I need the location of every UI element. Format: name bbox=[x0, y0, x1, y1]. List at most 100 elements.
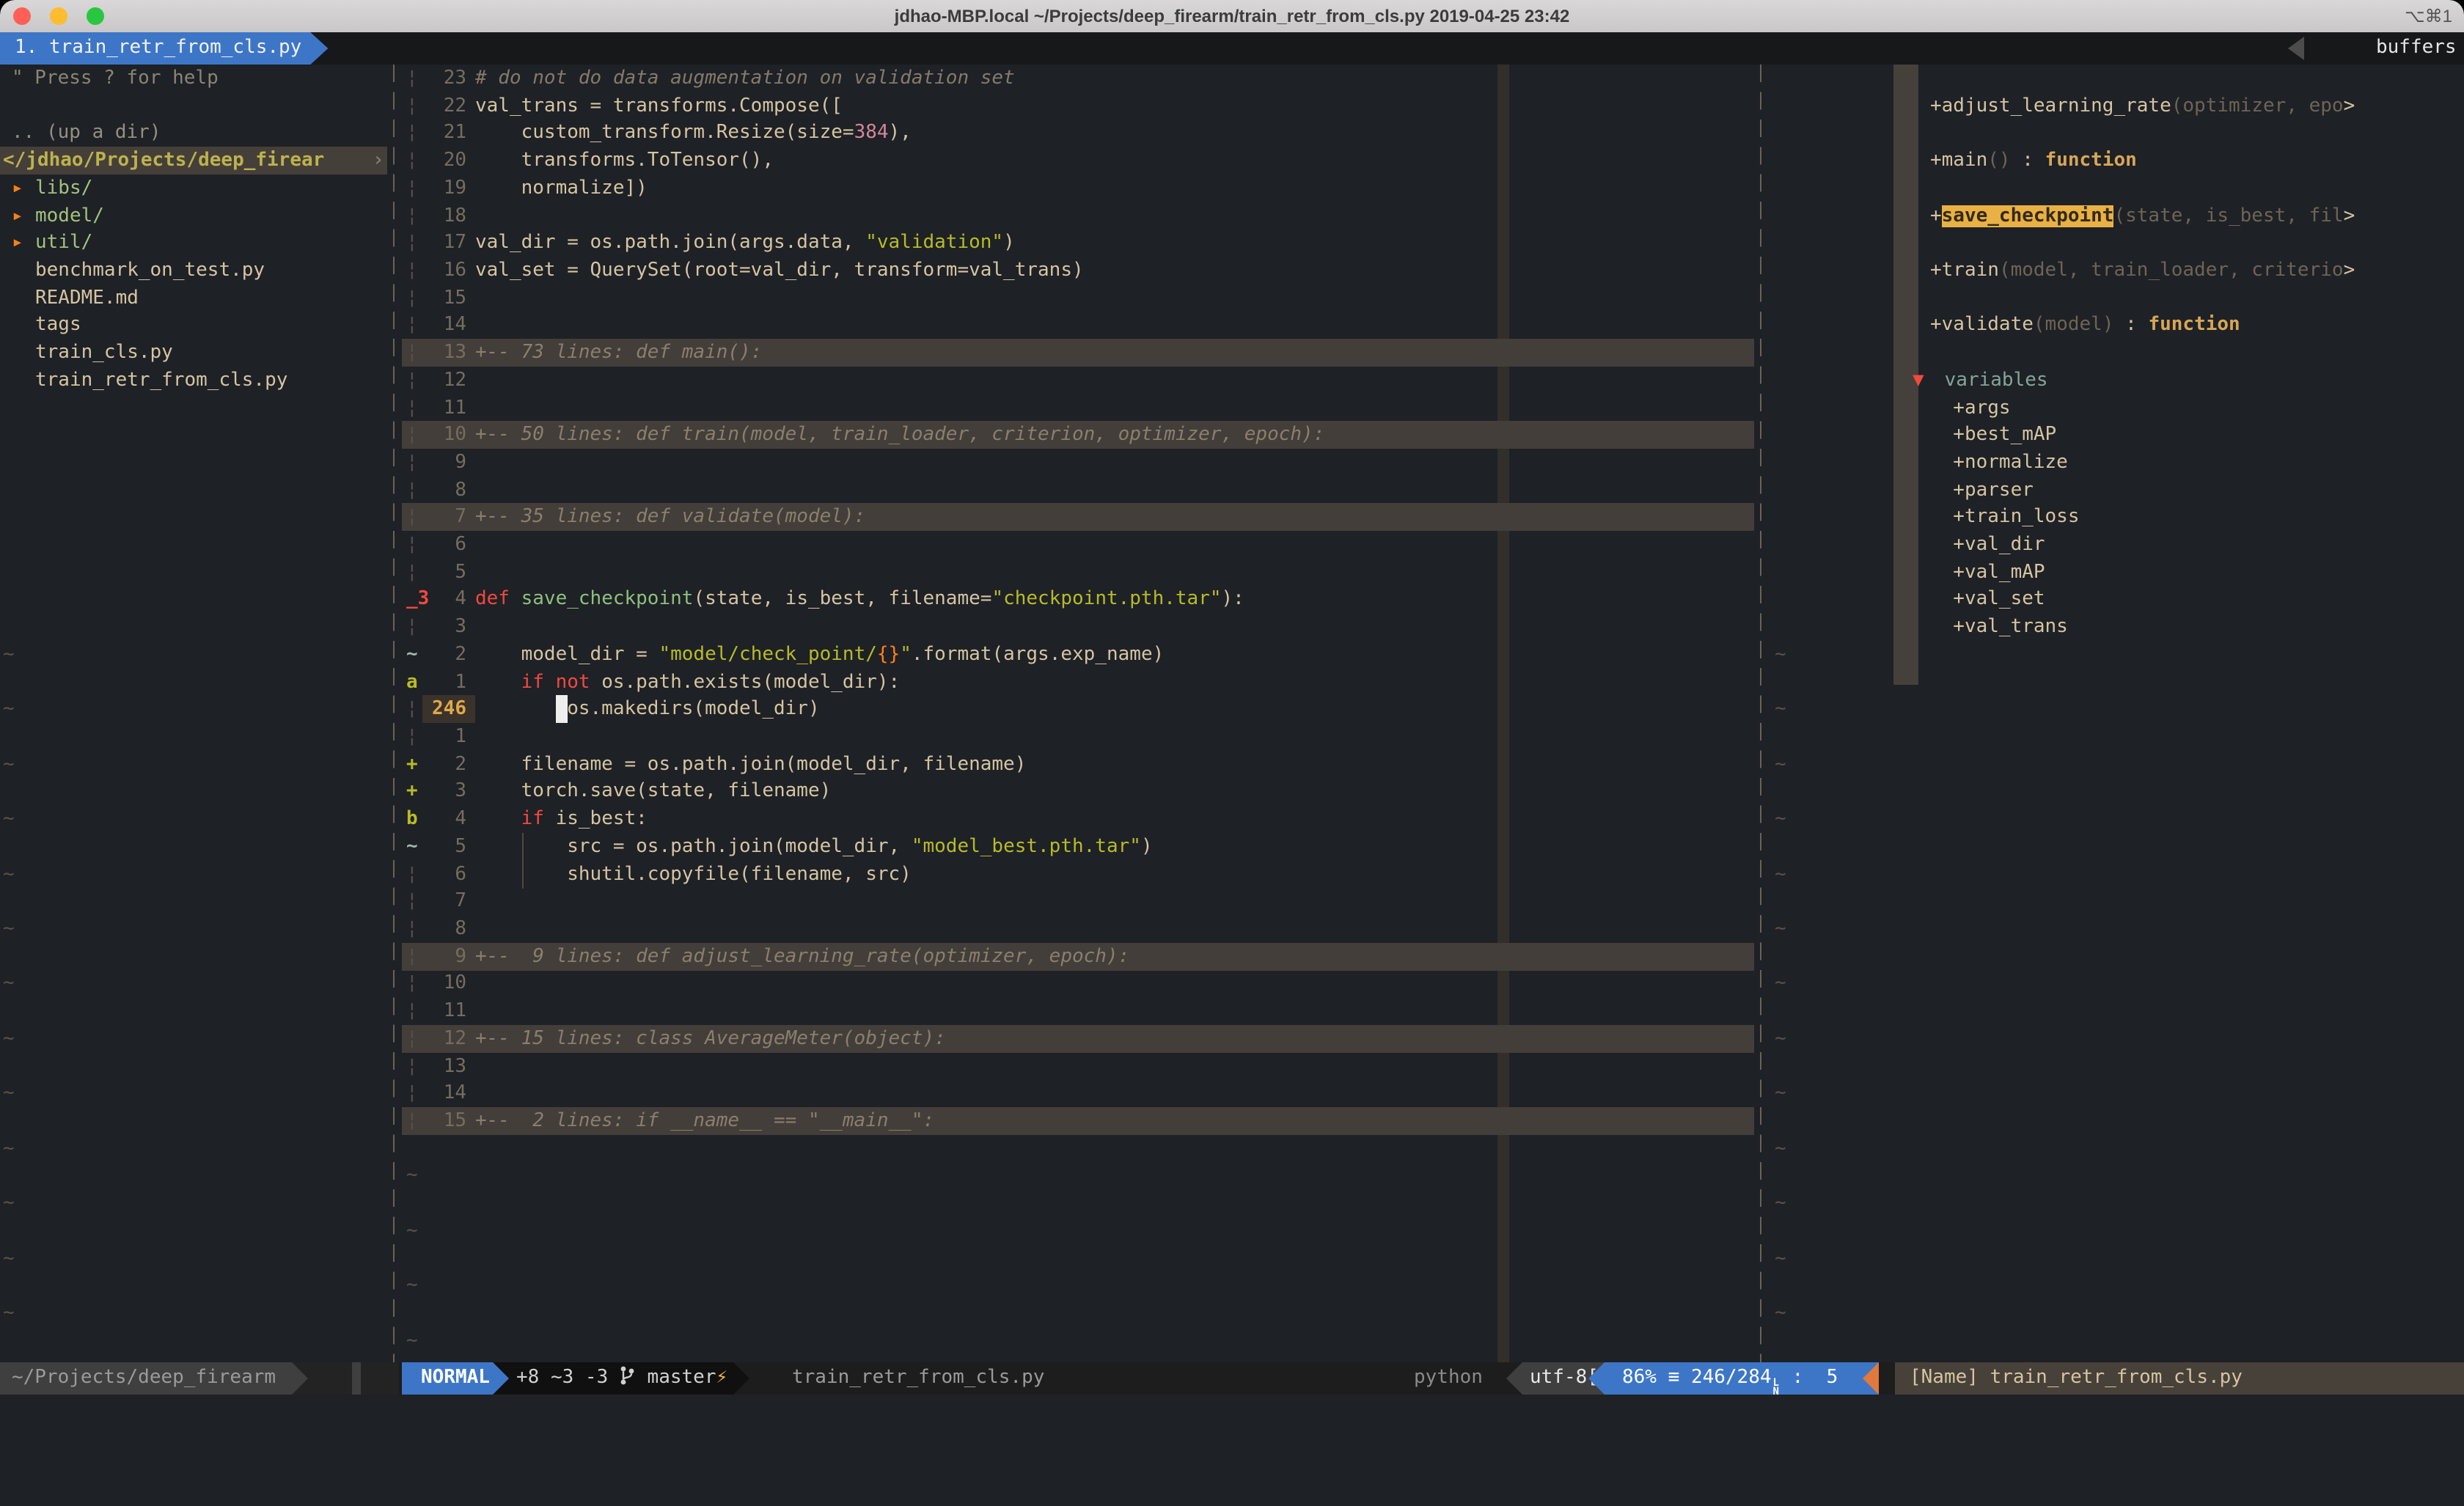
folded-code-line[interactable]: ¦7+-- 35 lines: def validate(model): bbox=[402, 503, 1754, 531]
code-line[interactable]: ¦8 bbox=[402, 915, 1754, 943]
empty-line-tilde: ~ bbox=[1775, 861, 1786, 889]
tab-train-retr-from-cls[interactable]: 1. train_retr_from_cls.py bbox=[0, 32, 328, 65]
code-line[interactable]: ¦20 transforms.ToTensor(), bbox=[402, 147, 1754, 175]
code-line[interactable]: ¦12 bbox=[402, 367, 1754, 394]
code-line[interactable]: ~5 src = os.path.join(model_dir, "model_… bbox=[402, 833, 1754, 861]
statusline: ~/Projects/deep_firearmNORMAL+8 ~3 -3 ma… bbox=[0, 1362, 2464, 1395]
tagbar-tag[interactable]: +main() : function bbox=[1930, 147, 2464, 175]
tagbar-tag[interactable]: +train_loss bbox=[1930, 503, 2464, 531]
folded-code-line[interactable]: ¦13+-- 73 lines: def main(): bbox=[402, 339, 1754, 367]
empty-line-tilde: ~ bbox=[3, 1189, 15, 1217]
code-line[interactable]: ¦17val_dir = os.path.join(args.data, "va… bbox=[402, 229, 1754, 257]
empty-line-tilde: ~ bbox=[1775, 805, 1786, 833]
code-line[interactable]: ¦7 bbox=[402, 887, 1754, 915]
position-text: 86% ≡ 246/284LN : 5 bbox=[1622, 1362, 1838, 1396]
folded-code-line[interactable]: ¦12+-- 15 lines: class AverageMeter(obje… bbox=[402, 1025, 1754, 1053]
section-expanded-icon: ▼ bbox=[1913, 367, 1924, 394]
code-text: val_trans = transforms.Compose([ bbox=[475, 92, 843, 120]
code-line[interactable]: ¦19 normalize]) bbox=[402, 175, 1754, 202]
code-line[interactable]: ¦14 bbox=[402, 311, 1754, 339]
empty-line-tilde: ~ bbox=[3, 1025, 15, 1053]
tagbar-tag[interactable]: +val_set bbox=[1930, 585, 2464, 613]
powerline-arrow-icon bbox=[493, 1362, 509, 1395]
code-line[interactable]: ¦23# do not do data augmentation on vali… bbox=[402, 65, 1754, 92]
tree-item--press-for-help[interactable]: " Press ? for help bbox=[0, 65, 387, 92]
powerline-arrow-icon bbox=[292, 1362, 308, 1395]
tree-item-readme-md[interactable]: README.md bbox=[0, 284, 387, 312]
tagbar-tag[interactable]: +val_mAP bbox=[1930, 559, 2464, 587]
code-line[interactable]: ¦11 bbox=[402, 394, 1754, 422]
empty-line-tilde: ~ bbox=[1775, 1079, 1786, 1107]
code-line[interactable]: ~2 model_dir = "model/check_point/{}".fo… bbox=[402, 641, 1754, 669]
tagbar-tag[interactable]: +validate(model) : function bbox=[1930, 311, 2464, 339]
tree-item-train-retr-from-cls-py[interactable]: train_retr_from_cls.py bbox=[0, 367, 387, 394]
tree-item-train-cls-py[interactable]: train_cls.py bbox=[0, 339, 387, 367]
empty-line-tilde: ~ bbox=[406, 1271, 418, 1299]
code-text: if is_best: bbox=[475, 805, 648, 833]
code-line[interactable]: ¦6 shutil.copyfile(filename, src) bbox=[402, 861, 1754, 889]
code-text: +-- 50 lines: def train(model, train_loa… bbox=[475, 421, 1324, 449]
tree-item-tags[interactable]: tags bbox=[0, 311, 387, 339]
tagbar-tag[interactable]: +args bbox=[1930, 394, 2464, 422]
buffers-label[interactable]: buffers bbox=[2376, 32, 2457, 65]
git-branch-icon bbox=[620, 1367, 636, 1389]
tagbar-tag[interactable]: +save_checkpoint(state, is_best, fil> bbox=[1930, 202, 2464, 230]
code-line[interactable]: ¦16val_set = QuerySet(root=val_dir, tran… bbox=[402, 257, 1754, 284]
code-line[interactable]: ¦3 bbox=[402, 613, 1754, 641]
code-text: os.makedirs(model_dir) bbox=[475, 695, 820, 723]
folder-collapsed-icon: ▸ bbox=[12, 202, 23, 230]
code-line[interactable]: ¦6 bbox=[402, 531, 1754, 559]
tree-item-benchmark-on-test-py[interactable]: benchmark_on_test.py bbox=[0, 257, 387, 284]
empty-line-tilde: ~ bbox=[3, 969, 15, 997]
code-line[interactable]: +2 filename = os.path.join(model_dir, fi… bbox=[402, 751, 1754, 779]
folded-code-line[interactable]: ¦15+-- 2 lines: if __name__ == "__main__… bbox=[402, 1107, 1754, 1135]
tagbar-tag[interactable]: +normalize bbox=[1930, 449, 2464, 477]
tree-item-model-[interactable]: ▸model/ bbox=[0, 202, 387, 230]
code-line[interactable]: ¦18 bbox=[402, 202, 1754, 230]
code-line[interactable]: a1 if not os.path.exists(model_dir): bbox=[402, 669, 1754, 697]
code-text: +-- 35 lines: def validate(model): bbox=[475, 503, 865, 531]
text-cursor[interactable] bbox=[556, 695, 568, 723]
tree-item--up-a-dir-[interactable]: .. (up a dir) bbox=[0, 119, 387, 147]
tree-item-util-[interactable]: ▸util/ bbox=[0, 229, 387, 257]
tabline: 1. train_retr_from_cls.py buffers bbox=[0, 32, 2464, 65]
code-line[interactable]: ¦14 bbox=[402, 1079, 1754, 1107]
code-line[interactable]: ¦9 bbox=[402, 449, 1754, 477]
tree-item--jdhao-projects-deep-firear[interactable]: </jdhao/Projects/deep_firear› bbox=[0, 147, 387, 175]
tree-item-blank bbox=[0, 92, 387, 120]
code-line[interactable]: ¦5 bbox=[402, 559, 1754, 587]
powerline-arrow-icon bbox=[1588, 1362, 1605, 1395]
code-line[interactable]: ¦13 bbox=[402, 1053, 1754, 1081]
code-line[interactable]: ¦11 bbox=[402, 997, 1754, 1025]
code-line[interactable]: +3 torch.save(state, filename) bbox=[402, 777, 1754, 805]
code-line[interactable]: ¦8 bbox=[402, 477, 1754, 504]
tagbar-tag[interactable]: +best_mAP bbox=[1930, 421, 2464, 449]
window-separator-left[interactable] bbox=[393, 65, 395, 1362]
tagbar-section-variables[interactable]: ▼ variables bbox=[1930, 367, 2464, 394]
tagbar-tag[interactable]: +val_trans bbox=[1930, 613, 2464, 641]
code-line[interactable]: ¦15 bbox=[402, 284, 1754, 312]
window-separator-right[interactable] bbox=[1760, 65, 1761, 1362]
folded-code-line[interactable]: ¦10+-- 50 lines: def train(model, train_… bbox=[402, 421, 1754, 449]
code-line[interactable]: ¦21 custom_transform.Resize(size=384), bbox=[402, 119, 1754, 147]
empty-line-tilde: ~ bbox=[406, 1217, 418, 1245]
tagbar-tag[interactable]: +adjust_learning_rate(optimizer, epo> bbox=[1930, 92, 2464, 120]
tagbar-tag[interactable]: +val_dir bbox=[1930, 531, 2464, 559]
tagbar-tag[interactable]: +train(model, train_loader, criterio> bbox=[1930, 257, 2464, 284]
folded-code-line[interactable]: ¦9+-- 9 lines: def adjust_learning_rate(… bbox=[402, 943, 1754, 971]
dirty-flag-icon: ⚡ bbox=[716, 1367, 728, 1389]
code-line[interactable]: b4 if is_best: bbox=[402, 805, 1754, 833]
statusline-filename: train_retr_from_cls.pypython bbox=[749, 1362, 1522, 1395]
code-line[interactable]: _34def save_checkpoint(state, is_best, f… bbox=[402, 585, 1754, 613]
code-line[interactable]: ¦246 os.makedirs(model_dir) bbox=[402, 695, 1754, 723]
code-line[interactable]: ¦10 bbox=[402, 969, 1754, 997]
empty-line-tilde: ~ bbox=[3, 861, 15, 889]
tree-item-libs-[interactable]: ▸libs/ bbox=[0, 175, 387, 202]
code-line[interactable]: ¦1 bbox=[402, 723, 1754, 751]
empty-line-tilde: ~ bbox=[1775, 1025, 1786, 1053]
tagbar-tag[interactable]: +parser bbox=[1930, 477, 2464, 504]
window-shortcut-badge: ⌥⌘1 bbox=[2405, 0, 2452, 32]
statusline-git-info: +8 ~3 -3 master⚡ bbox=[516, 1362, 736, 1395]
empty-line-tilde: ~ bbox=[3, 1079, 15, 1107]
code-line[interactable]: ¦22val_trans = transforms.Compose([ bbox=[402, 92, 1754, 120]
